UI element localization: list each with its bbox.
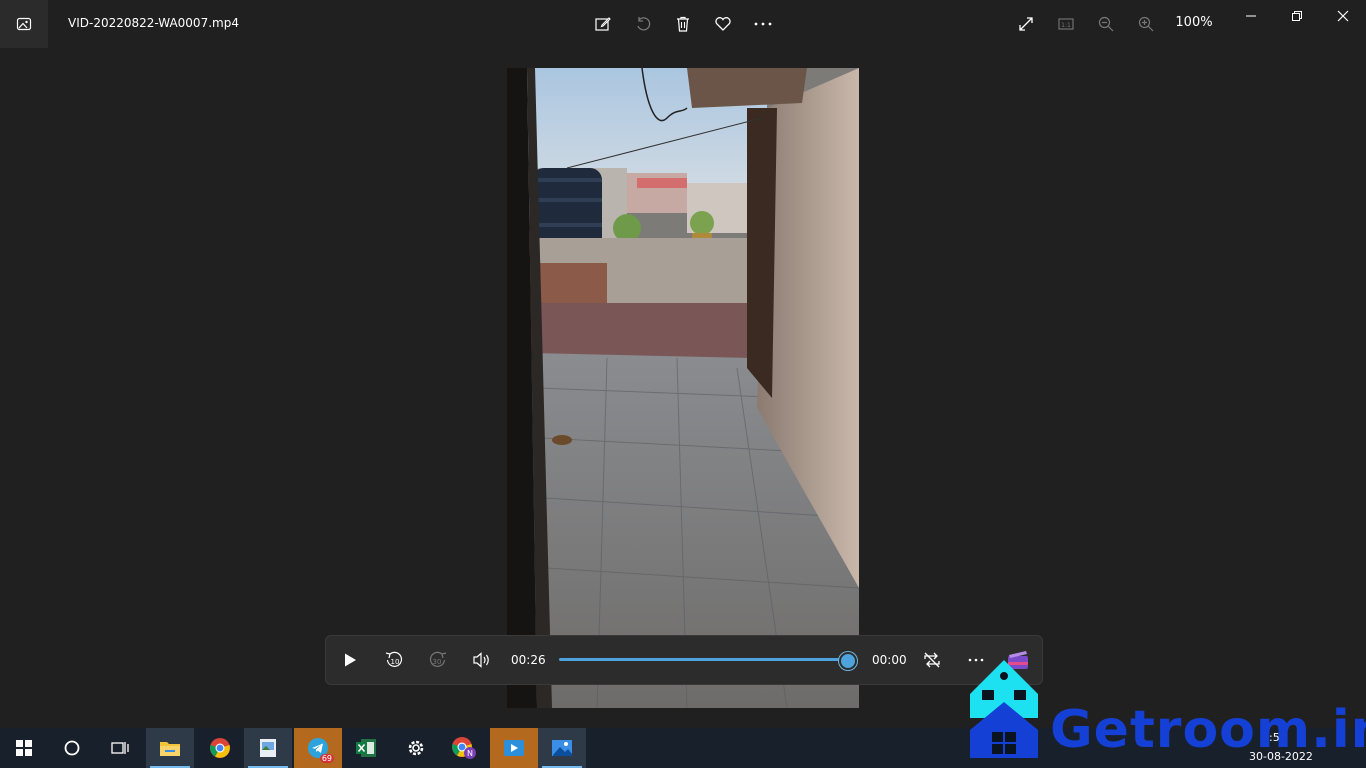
telegram-icon[interactable]: 69 [294, 728, 342, 768]
chrome-profile-letter: N [467, 749, 473, 758]
actual-size-icon[interactable]: 1:1 [1054, 12, 1078, 36]
photos-app-icon[interactable] [0, 0, 48, 48]
minimize-button[interactable] [1228, 0, 1274, 32]
elapsed-time: 00:26 [511, 653, 546, 667]
skip-forward-label: 30 [433, 658, 442, 666]
task-view-icon[interactable] [96, 728, 144, 768]
excel-icon[interactable] [342, 728, 390, 768]
svg-text:1:1: 1:1 [1061, 22, 1071, 29]
file-name-title: VID-20220822-WA0007.mp4 [68, 16, 239, 30]
more-icon[interactable] [751, 12, 775, 36]
delete-icon[interactable] [671, 12, 695, 36]
play-button[interactable] [338, 648, 362, 672]
volume-button[interactable] [470, 648, 494, 672]
video-frame[interactable] [507, 68, 859, 708]
seek-bar[interactable] [559, 658, 847, 661]
close-button[interactable] [1320, 0, 1366, 32]
repeat-button[interactable] [920, 648, 944, 672]
favorite-icon[interactable] [711, 12, 735, 36]
zoom-level[interactable]: 100% [1170, 15, 1218, 30]
chrome-profile-icon[interactable]: N [440, 728, 488, 768]
media-player-icon[interactable] [490, 728, 538, 768]
skip-back-button[interactable]: 10 [382, 648, 406, 672]
getroom-watermark-text: Getroom.in [1050, 700, 1366, 760]
start-icon[interactable] [0, 728, 48, 768]
skip-back-label: 10 [391, 658, 400, 666]
skip-forward-button[interactable]: 30 [426, 648, 450, 672]
seek-thumb[interactable] [839, 652, 857, 670]
remaining-time: 00:00 [872, 653, 907, 667]
photos-app-taskbar-icon[interactable] [538, 728, 586, 768]
rotate-icon[interactable] [631, 12, 655, 36]
chrome-icon[interactable] [196, 728, 244, 768]
edit-icon[interactable] [591, 12, 615, 36]
zoom-out-icon[interactable] [1094, 12, 1118, 36]
restore-button[interactable] [1274, 0, 1320, 32]
player-controls: 10 30 00:26 00:00 [325, 635, 1043, 685]
file-explorer-icon[interactable] [146, 728, 194, 768]
fullscreen-icon[interactable] [1014, 12, 1038, 36]
video-scene-image [507, 68, 859, 708]
photos-viewer-icon[interactable] [244, 728, 292, 768]
zoom-in-icon[interactable] [1134, 12, 1158, 36]
title-bar: VID-20220822-WA0007.mp4 1:1 100% [0, 0, 1366, 48]
search-icon[interactable] [48, 728, 96, 768]
telegram-badge: 69 [319, 754, 334, 763]
settings-gear-icon[interactable] [392, 728, 440, 768]
getroom-logo-icon [968, 656, 1040, 760]
